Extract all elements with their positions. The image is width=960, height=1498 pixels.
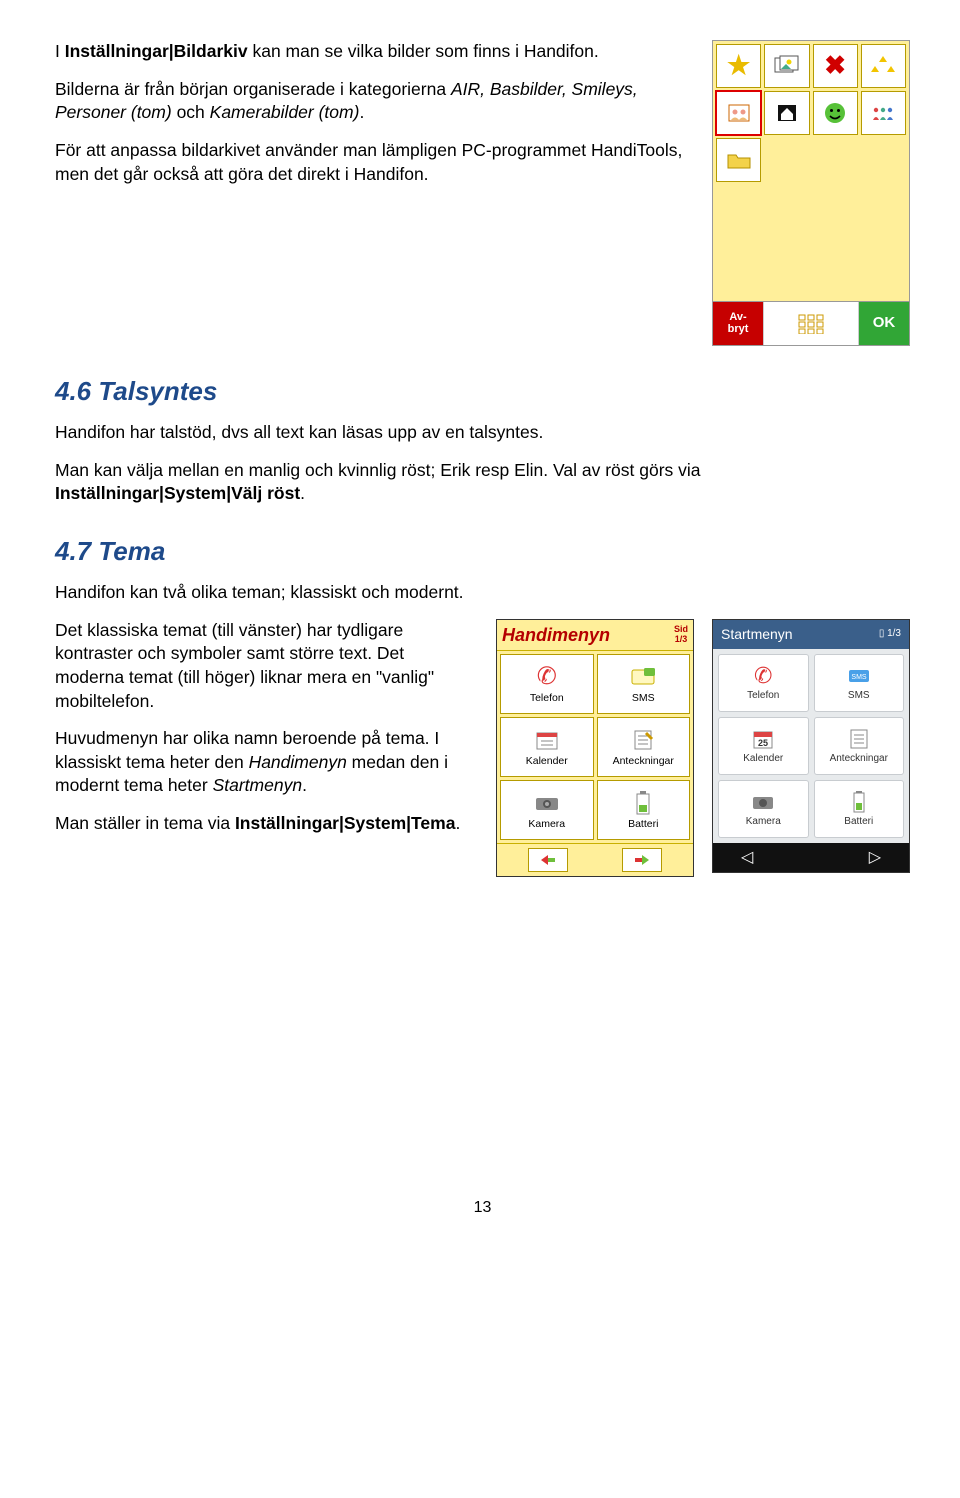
battery-icon — [636, 789, 650, 817]
classic-tile-anteckningar[interactable]: Anteckningar — [597, 717, 691, 777]
tile-group-icon[interactable] — [861, 91, 906, 135]
tile-pictures-icon[interactable] — [764, 44, 809, 88]
classic-tile-kalender[interactable]: Kalender — [500, 717, 594, 777]
tile-folder-icon[interactable] — [716, 138, 761, 182]
phone-icon: ✆ — [537, 663, 557, 691]
modern-next-button[interactable]: ▷ — [869, 847, 881, 869]
svg-text:25: 25 — [758, 738, 768, 748]
classic-tile-batteri[interactable]: Batteri — [597, 780, 691, 840]
modern-tile-anteckningar[interactable]: Anteckningar — [814, 717, 905, 775]
modern-tile-batteri[interactable]: Batteri — [814, 780, 905, 838]
bildarkiv-p2: Bilderna är från början organiserade i k… — [55, 78, 688, 125]
tema-p2: Det klassiska temat (till vänster) har t… — [55, 619, 478, 714]
classic-next-button[interactable] — [622, 848, 662, 872]
modern-tile-kamera[interactable]: Kamera — [718, 780, 809, 838]
modern-tile-sms[interactable]: SMSSMS — [814, 654, 905, 712]
tile-arrows-icon[interactable] — [861, 44, 906, 88]
sms-icon: SMS — [847, 663, 871, 689]
talsyntes-p2: Man kan välja mellan en manlig och kvinn… — [55, 459, 910, 506]
modern-prev-button[interactable]: ◁ — [741, 847, 753, 869]
heading-tema: 4.7 Tema — [55, 534, 910, 569]
tema-p4: Man ställer in tema via Inställningar|Sy… — [55, 812, 478, 836]
tile-smiley-icon[interactable] — [813, 91, 858, 135]
modern-title: Startmenyn — [721, 625, 793, 644]
grid-button[interactable] — [763, 302, 859, 345]
battery-icon — [853, 789, 865, 815]
classic-tile-kamera[interactable]: Kamera — [500, 780, 594, 840]
svg-text:SMS: SMS — [851, 674, 867, 681]
bildarkiv-p1: I Inställningar|Bildarkiv kan man se vil… — [55, 40, 688, 64]
archive-device: ★ ✖ — [712, 40, 910, 346]
tile-x-icon[interactable]: ✖ — [813, 44, 858, 88]
calendar-icon — [535, 726, 559, 754]
ok-button[interactable]: OK — [859, 302, 909, 345]
cancel-button[interactable]: Av- bryt — [713, 302, 763, 345]
page-number: 13 — [55, 1197, 910, 1219]
heading-talsyntes: 4.6 Talsyntes — [55, 374, 910, 409]
tile-home-icon[interactable] — [764, 91, 809, 135]
classic-title: Handimenyn — [502, 623, 610, 647]
tema-p1: Handifon kan två olika teman; klassiskt … — [55, 581, 910, 605]
classic-tile-telefon[interactable]: ✆Telefon — [500, 654, 594, 714]
classic-page: Sid1/3 — [674, 625, 688, 644]
classic-device: Handimenyn Sid1/3 ✆Telefon SMS Kalender … — [496, 619, 694, 877]
calendar-icon: 25 — [752, 726, 774, 752]
modern-tile-kalender[interactable]: 25Kalender — [718, 717, 809, 775]
classic-tile-sms[interactable]: SMS — [597, 654, 691, 714]
classic-prev-button[interactable] — [528, 848, 568, 872]
talsyntes-p1: Handifon har talstöd, dvs all text kan l… — [55, 421, 910, 445]
tile-star-icon[interactable]: ★ — [716, 44, 761, 88]
bildarkiv-p3: För att anpassa bildarkivet använder man… — [55, 139, 688, 186]
camera-icon — [534, 789, 560, 817]
camera-icon — [751, 789, 775, 815]
modern-page: ▯ 1/3 — [879, 627, 901, 641]
notes-icon — [849, 726, 869, 752]
modern-device: Startmenyn ▯ 1/3 ✆Telefon SMSSMS 25Kalen… — [712, 619, 910, 873]
tile-people-icon[interactable] — [716, 91, 761, 135]
phone-icon: ✆ — [754, 663, 772, 689]
sms-icon — [630, 663, 656, 691]
notes-icon — [632, 726, 654, 754]
modern-tile-telefon[interactable]: ✆Telefon — [718, 654, 809, 712]
tema-p3: Huvudmenyn har olika namn beroende på te… — [55, 727, 478, 798]
